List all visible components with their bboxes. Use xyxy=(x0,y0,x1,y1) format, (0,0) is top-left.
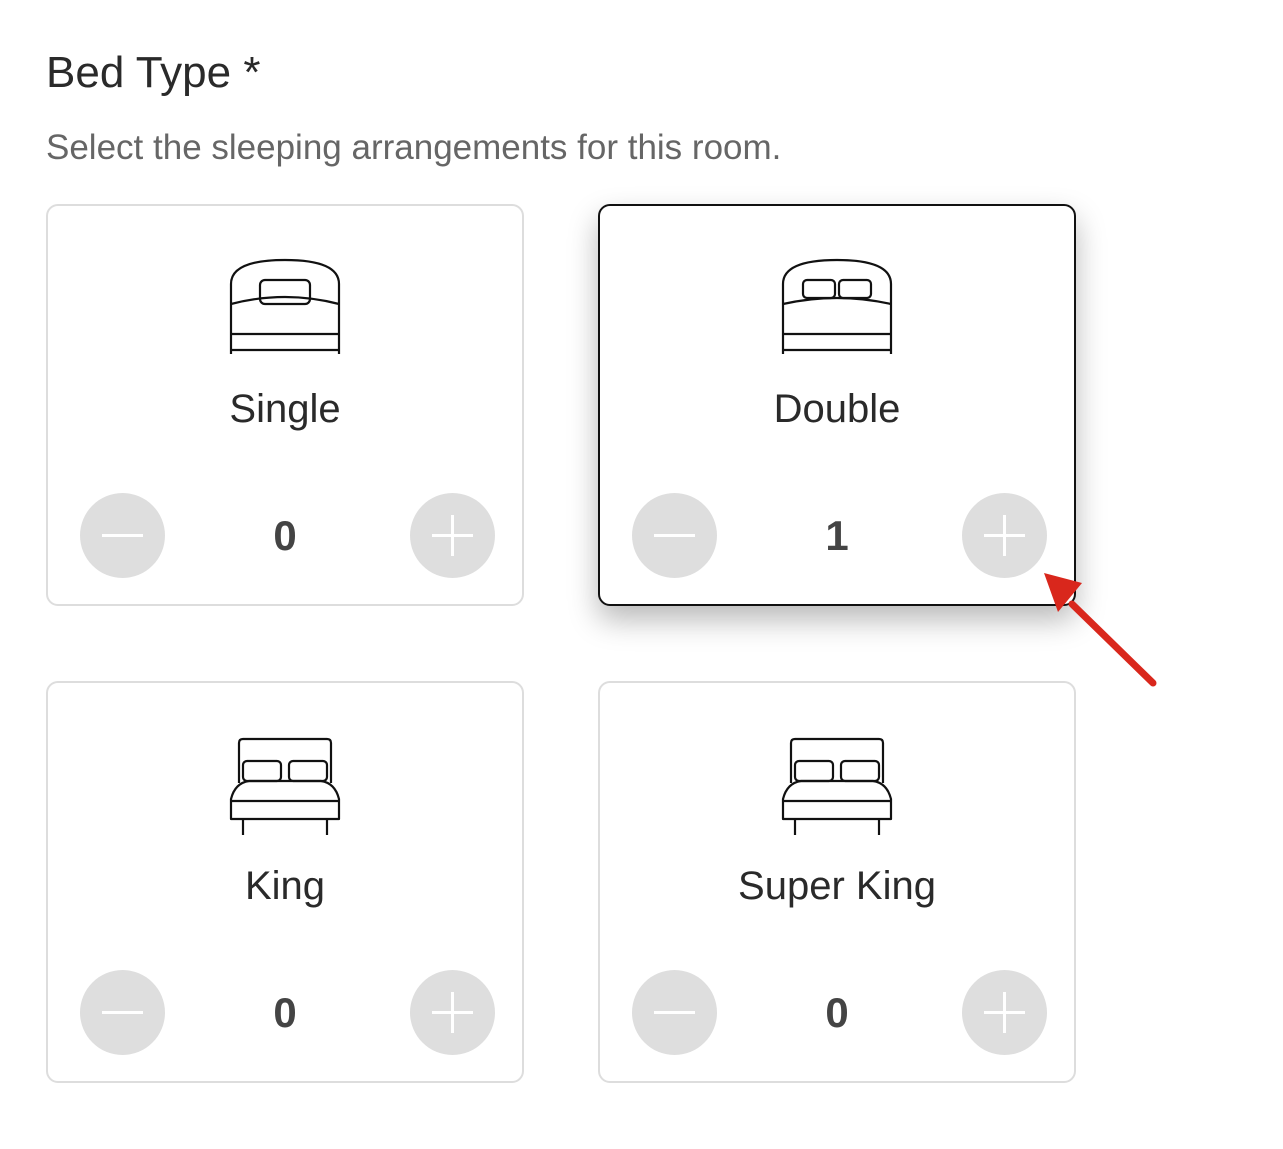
increment-king-button[interactable] xyxy=(410,970,495,1055)
plus-icon xyxy=(984,992,1025,1033)
plus-icon xyxy=(432,515,473,556)
plus-icon xyxy=(984,515,1025,556)
bed-card-super-king[interactable]: Super King 0 xyxy=(598,681,1076,1083)
bed-label-single: Single xyxy=(229,387,341,431)
bed-card-single[interactable]: Single 0 xyxy=(46,204,524,606)
bed-label-king: King xyxy=(244,864,326,908)
page-subtitle: Select the sleeping arrangements for thi… xyxy=(46,128,782,167)
super-king-bed-icon xyxy=(777,727,897,847)
increment-double-button[interactable] xyxy=(962,493,1047,578)
bed-card-king[interactable]: King 0 xyxy=(46,681,524,1083)
double-bed-icon xyxy=(777,250,897,370)
increment-super-king-button[interactable] xyxy=(962,970,1047,1055)
bed-card-double[interactable]: Double 1 xyxy=(598,204,1076,606)
bed-label-double: Double xyxy=(773,387,901,431)
page-title: Bed Type * xyxy=(46,48,261,97)
single-bed-icon xyxy=(225,250,345,370)
plus-icon xyxy=(432,992,473,1033)
increment-single-button[interactable] xyxy=(410,493,495,578)
bed-label-super-king: Super King xyxy=(738,864,936,908)
king-bed-icon xyxy=(225,727,345,847)
